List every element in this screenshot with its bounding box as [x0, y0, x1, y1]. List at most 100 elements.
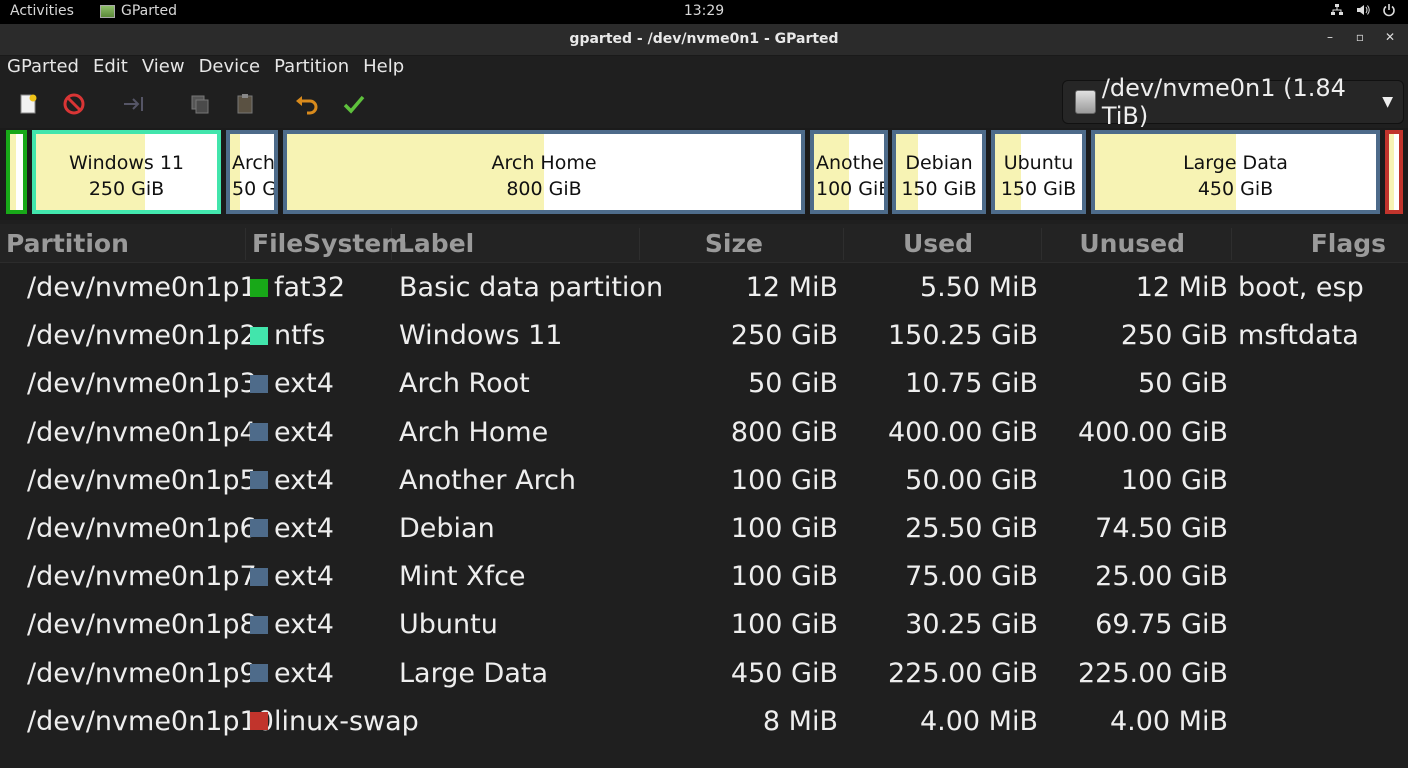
diskmap-used-fill [10, 134, 16, 210]
cell-partition: /dev/nvme0n1p5 [27, 464, 257, 496]
cell-label: Ubuntu [399, 609, 498, 641]
delete-icon[interactable] [60, 90, 88, 118]
diskmap-size: 450 GiB [1197, 178, 1274, 200]
activities-button[interactable]: Activities [10, 3, 74, 19]
diskmap-partition-p10[interactable] [1385, 130, 1403, 214]
diskmap-partition-p2[interactable]: Windows 11 250 GiB [32, 130, 221, 214]
cell-filesystem: ext4 [274, 657, 334, 689]
partition-table: /dev/nvme0n1p1 fat32 Basic data partitio… [0, 264, 1408, 746]
minimize-icon[interactable]: – [1324, 30, 1336, 44]
table-row[interactable]: /dev/nvme0n1p1 fat32 Basic data partitio… [0, 264, 1408, 312]
system-menu[interactable] [1330, 3, 1396, 17]
column-header-partition[interactable]: Partition [0, 228, 246, 260]
cell-used: 25.50 GiB [905, 512, 1038, 544]
menu-gparted[interactable]: GParted [0, 56, 86, 80]
menu-edit[interactable]: Edit [86, 56, 135, 80]
diskmap-partition-p9[interactable]: Large Data 450 GiB [1091, 130, 1380, 214]
diskmap-partition-p4[interactable]: Arch Home 800 GiB [283, 130, 805, 214]
diskmap-partition-p8[interactable]: Ubuntu 150 GiB [991, 130, 1086, 214]
filesystem-swatch [250, 519, 268, 538]
cell-flags: boot, esp [1238, 272, 1364, 303]
app-name: GParted [121, 3, 177, 19]
close-icon[interactable]: ✕ [1384, 30, 1396, 44]
table-row[interactable]: /dev/nvme0n1p6 ext4 Debian 100 GiB 25.50… [0, 505, 1408, 553]
diskmap-name: Windows 11 [68, 152, 185, 174]
cell-used: 5.50 MiB [919, 272, 1038, 303]
cell-filesystem: ext4 [274, 368, 334, 400]
cell-size: 100 GiB [730, 512, 838, 544]
diskmap-name: Another [816, 152, 884, 174]
cell-filesystem: linux-swap [274, 705, 419, 737]
cell-used: 400.00 GiB [887, 416, 1038, 448]
column-header-label[interactable]: Label [392, 228, 640, 260]
cell-size: 800 GiB [730, 416, 838, 448]
column-header-flags[interactable]: Flags [1232, 228, 1408, 260]
cell-size: 8 MiB [762, 705, 838, 737]
diskmap-name: Large Data [1183, 152, 1288, 174]
window-titlebar[interactable]: gparted - /dev/nvme0n1 - GParted – ▫ ✕ [0, 24, 1408, 56]
cell-unused: 4.00 MiB [1109, 705, 1228, 737]
cell-partition: /dev/nvme0n1p8 [27, 609, 257, 641]
cell-size: 12 MiB [745, 272, 838, 303]
menu-view[interactable]: View [135, 56, 192, 80]
cell-partition: /dev/nvme0n1p10 [27, 705, 274, 737]
top-bar: Activities GParted 13:29 [0, 0, 1408, 24]
filesystem-swatch [250, 326, 268, 345]
table-row[interactable]: /dev/nvme0n1p3 ext4 Arch Root 50 GiB 10.… [0, 360, 1408, 408]
column-header-unused[interactable]: Unused [1042, 228, 1232, 260]
power-icon [1383, 4, 1395, 17]
cell-filesystem: fat32 [274, 272, 345, 303]
apply-icon[interactable] [340, 90, 368, 118]
device-selector[interactable]: /dev/nvme0n1 (1.84 TiB) ▼ [1062, 74, 1404, 130]
disk-icon [1075, 90, 1096, 114]
cell-used: 4.00 MiB [919, 705, 1038, 737]
cell-label: Another Arch [399, 464, 577, 496]
filesystem-swatch [250, 615, 268, 634]
menu-device[interactable]: Device [192, 56, 268, 80]
table-row[interactable]: /dev/nvme0n1p9 ext4 Large Data 450 GiB 2… [0, 650, 1408, 698]
diskmap-partition-p3[interactable]: Arch 50 Gi [226, 130, 278, 214]
menu-partition[interactable]: Partition [267, 56, 356, 80]
cell-used: 225.00 GiB [887, 657, 1038, 689]
cell-size: 100 GiB [730, 561, 838, 593]
diskmap-partition-p6[interactable]: Debian 150 GiB [892, 130, 986, 214]
column-header-used[interactable]: Used [844, 228, 1042, 260]
table-row[interactable]: /dev/nvme0n1p10 linux-swap 8 MiB 4.00 Mi… [0, 698, 1408, 746]
copy-icon[interactable] [186, 90, 214, 118]
cell-used: 150.25 GiB [887, 320, 1038, 352]
cell-flags: msftdata [1238, 320, 1359, 352]
table-row[interactable]: /dev/nvme0n1p2 ntfs Windows 11 250 GiB 1… [0, 312, 1408, 360]
paste-icon[interactable] [231, 90, 259, 118]
cell-used: 75.00 GiB [905, 561, 1038, 593]
cell-unused: 250 GiB [1120, 320, 1228, 352]
volume-icon [1357, 5, 1370, 15]
diskmap-partition-p1[interactable] [6, 130, 27, 214]
cell-label: Large Data [399, 657, 549, 689]
column-header-filesystem[interactable]: FileSystem [246, 228, 407, 260]
diskmap-partition-p5[interactable]: Another 100 GiB [810, 130, 888, 214]
maximize-icon[interactable]: ▫ [1354, 30, 1366, 44]
column-header-size[interactable]: Size [640, 228, 844, 260]
table-row[interactable]: /dev/nvme0n1p5 ext4 Another Arch 100 GiB… [0, 457, 1408, 505]
cell-unused: 225.00 GiB [1077, 657, 1228, 689]
cell-partition: /dev/nvme0n1p6 [27, 512, 257, 544]
cell-filesystem: ext4 [274, 609, 334, 641]
table-row[interactable]: /dev/nvme0n1p4 ext4 Arch Home 800 GiB 40… [0, 409, 1408, 457]
app-menu[interactable]: GParted [100, 3, 177, 19]
resize-move-icon[interactable] [120, 90, 148, 118]
undo-icon[interactable] [292, 90, 320, 118]
cell-unused: 25.00 GiB [1095, 561, 1228, 593]
cell-filesystem: ext4 [274, 416, 334, 448]
filesystem-swatch [250, 567, 268, 586]
diskmap-size: 250 GiB [88, 178, 165, 200]
menu-help[interactable]: Help [356, 56, 411, 80]
diskmap-size: 100 GiB [816, 178, 884, 200]
diskmap-used-fill [1389, 134, 1394, 210]
table-row[interactable]: /dev/nvme0n1p8 ext4 Ubuntu 100 GiB 30.25… [0, 601, 1408, 649]
cell-label: Arch Home [399, 416, 549, 448]
cell-partition: /dev/nvme0n1p1 [27, 272, 257, 303]
table-row[interactable]: /dev/nvme0n1p7 ext4 Mint Xfce 100 GiB 75… [0, 553, 1408, 601]
new-icon[interactable] [14, 90, 42, 118]
diskmap-size: 150 GiB [901, 178, 977, 200]
cell-filesystem: ext4 [274, 464, 334, 496]
